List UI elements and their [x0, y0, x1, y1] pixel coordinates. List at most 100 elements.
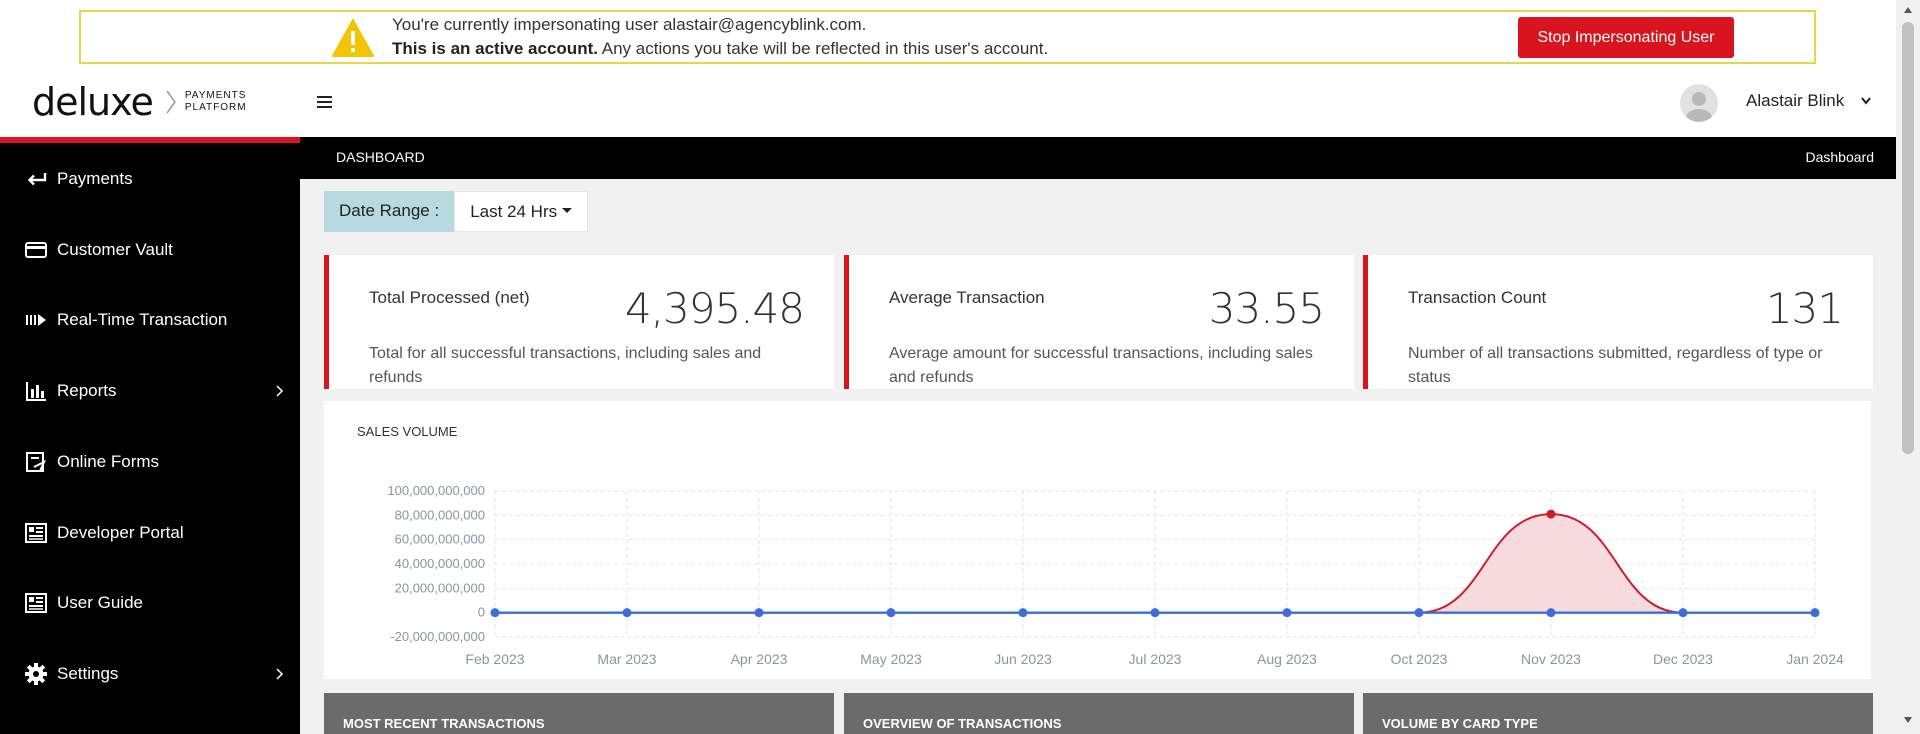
x-tick-label: Jan 2024 — [1786, 651, 1844, 667]
panel-overview-of-transactions: OVERVIEW OF TRANSACTIONS — [844, 693, 1354, 734]
hamburger-icon[interactable] — [316, 94, 334, 110]
x-tick-label: Nov 2023 — [1521, 651, 1581, 667]
sidebar-item-label: Online Forms — [57, 452, 160, 471]
impersonation-banner-area: You're currently impersonating user alas… — [0, 0, 1896, 72]
data-point — [754, 608, 764, 618]
panel-title: VOLUME BY CARD TYPE — [1382, 716, 1538, 731]
sidebar-item-real-time-transaction[interactable]: Real-Time Transaction — [0, 290, 300, 350]
deluxe-logo[interactable]: deluxe PAYMENTS PLATFORM — [32, 80, 247, 124]
credit-card-icon — [25, 242, 47, 258]
sidebar-item-settings[interactable]: Settings — [0, 644, 300, 704]
sidebar-item-label: Settings — [57, 664, 119, 683]
top-header: deluxe PAYMENTS PLATFORM Alastair Blink — [0, 72, 1896, 137]
caret-down-icon — [562, 208, 573, 213]
sales-volume-card: SALES VOLUME 100,000,000,000 80,000,000,0… — [324, 401, 1871, 679]
impersonation-warning-detail: Any actions you take will be reflected i… — [597, 39, 1049, 58]
sidebar-item-payments[interactable]: Payments — [0, 149, 300, 209]
stop-impersonating-button[interactable]: Stop Impersonating User — [1518, 17, 1734, 58]
kpi-value: 33.55 — [1208, 284, 1325, 333]
kpi-title: Total Processed (net) — [369, 288, 530, 307]
sidebar-item-label: Developer Portal — [57, 523, 184, 542]
y-tick-label: 80,000,000,000 — [395, 507, 485, 522]
sidebar: Payments Customer Vault Real-Time Transa… — [0, 137, 300, 734]
x-tick-label: May 2023 — [860, 651, 922, 667]
kpi-title: Transaction Count — [1408, 288, 1547, 307]
impersonation-warning: This is an active account. Any actions y… — [392, 39, 1048, 59]
sidebar-item-reports[interactable]: Reports — [0, 361, 300, 421]
data-point — [1546, 509, 1556, 519]
y-tick-label: 60,000,000,000 — [395, 532, 485, 547]
data-point — [490, 608, 500, 618]
document-icon — [25, 593, 47, 613]
sidebar-item-label: User Guide — [57, 593, 143, 612]
impersonation-banner: You're currently impersonating user alas… — [79, 10, 1816, 64]
x-tick-label: Oct 2023 — [1391, 651, 1448, 667]
logo-wordmark: deluxe — [32, 80, 154, 124]
impersonation-message: You're currently impersonating user alas… — [392, 15, 867, 34]
logo-subtitle: PAYMENTS PLATFORM — [185, 90, 247, 114]
main-content: DASHBOARD Dashboard Date Range : Last 24… — [300, 137, 1896, 734]
x-tick-label: Mar 2023 — [597, 651, 656, 667]
user-menu-name[interactable]: Alastair Blink — [1746, 91, 1844, 111]
chevron-down-icon[interactable] — [1860, 96, 1872, 106]
warning-icon — [332, 19, 374, 57]
kpi-description: Average amount for successful transactio… — [889, 345, 1313, 386]
logo-subtitle-line2: PLATFORM — [184, 102, 247, 113]
user-silhouette-icon — [1686, 92, 1712, 122]
date-range-value: Last 24 Hrs — [470, 202, 558, 221]
kpi-description: Total for all successful transactions, i… — [369, 345, 762, 386]
page-scrollbar[interactable] — [1896, 0, 1920, 734]
scrollbar-thumb[interactable] — [1902, 22, 1914, 454]
x-tick-label: Jun 2023 — [994, 651, 1052, 667]
scroll-down-icon[interactable] — [1903, 716, 1913, 724]
sidebar-item-customer-vault[interactable]: Customer Vault — [0, 220, 300, 280]
stream-icon — [26, 314, 46, 326]
x-tick-label: Dec 2023 — [1653, 651, 1713, 667]
kpi-value: 4,395.48 — [624, 284, 805, 333]
data-point — [622, 608, 632, 618]
kpi-card-average-transaction: Average Transaction 33.55 Average amount… — [844, 255, 1354, 389]
sidebar-item-label: Real-Time Transaction — [57, 310, 228, 329]
sidebar-item-online-forms[interactable]: Online Forms — [0, 432, 300, 492]
data-point — [1546, 608, 1556, 618]
panel-title: OVERVIEW OF TRANSACTIONS — [863, 716, 1062, 731]
arrow-left-icon — [27, 173, 47, 186]
sidebar-item-user-guide[interactable]: User Guide — [0, 573, 300, 633]
y-tick-label: 20,000,000,000 — [395, 580, 485, 595]
logo-subtitle-line1: PAYMENTS — [184, 90, 247, 101]
chevron-right-icon — [276, 668, 284, 680]
x-tick-label: Jul 2023 — [1129, 651, 1182, 667]
y-tick-label: -20,000,000,000 — [390, 629, 485, 644]
y-tick-label: 40,000,000,000 — [395, 556, 485, 571]
x-tick-label: Feb 2023 — [465, 651, 524, 667]
kpi-description: Number of all transactions submitted, re… — [1408, 345, 1823, 386]
y-tick-label: 100,000,000,000 — [387, 483, 485, 498]
kpi-card-transaction-count: Transaction Count 131 Number of all tran… — [1363, 255, 1873, 389]
page-title: DASHBOARD — [336, 149, 425, 165]
kpi-card-total-processed: Total Processed (net) 4,395.48 Total for… — [324, 255, 834, 389]
data-point — [1414, 608, 1424, 618]
bar-chart-icon — [26, 382, 46, 401]
avatar[interactable] — [1680, 84, 1718, 122]
sidebar-accent-bar — [0, 137, 300, 143]
data-point — [1678, 608, 1688, 618]
kpi-title: Average Transaction — [889, 288, 1045, 307]
logo-chevron-icon — [166, 90, 176, 114]
date-range-filter: Date Range : Last 24 Hrs — [324, 191, 589, 232]
x-tick-label: Apr 2023 — [731, 651, 788, 667]
breadcrumb: DASHBOARD Dashboard — [300, 137, 1896, 179]
active-account-text: This is an active account. — [392, 39, 598, 58]
breadcrumb-current[interactable]: Dashboard — [1806, 149, 1875, 165]
x-tick-label: Aug 2023 — [1257, 651, 1317, 667]
y-tick-label: 0 — [478, 605, 485, 620]
panel-title: MOST RECENT TRANSACTIONS — [343, 716, 545, 731]
date-range-dropdown[interactable]: Last 24 Hrs — [454, 191, 589, 232]
data-point — [1150, 608, 1160, 618]
date-range-label: Date Range : — [324, 191, 455, 232]
sales-volume-chart: 100,000,000,000 80,000,000,000 60,000,000,… — [387, 483, 1844, 667]
panel-most-recent-transactions: MOST RECENT TRANSACTIONS — [324, 693, 834, 734]
scroll-up-icon[interactable] — [1903, 6, 1913, 14]
sidebar-item-developer-portal[interactable]: Developer Portal — [0, 503, 300, 563]
data-point — [1810, 608, 1820, 618]
sidebar-item-label: Payments — [57, 169, 133, 188]
